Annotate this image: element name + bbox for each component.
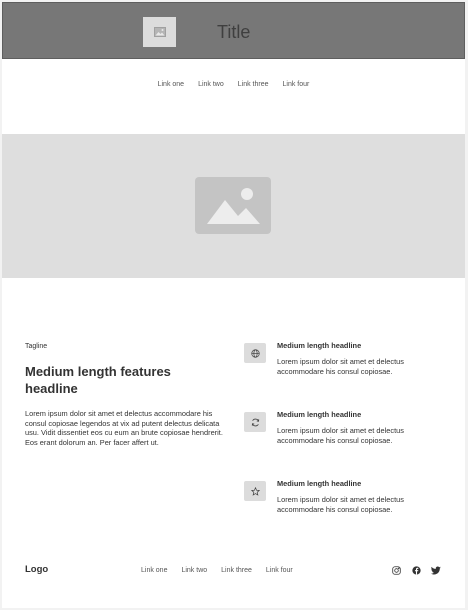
feature-title: Medium length headline (277, 479, 362, 488)
image-placeholder-icon (195, 177, 271, 234)
instagram-icon[interactable] (391, 565, 401, 575)
nav-link-three[interactable]: Link three (238, 81, 269, 88)
features-body: Lorem ipsum dolor sit amet et delectus a… (25, 409, 223, 447)
header: Title (2, 2, 465, 59)
nav-link-one[interactable]: Link one (158, 81, 184, 88)
features-headline: Medium length features headline (25, 364, 171, 396)
footer-logo[interactable]: Logo (25, 564, 48, 575)
twitter-icon[interactable] (431, 565, 441, 575)
feature-body: Lorem ipsum dolor sit amet et delectus a… (277, 426, 404, 445)
refresh-icon (244, 412, 266, 432)
feature-body: Lorem ipsum dolor sit amet et delectus a… (277, 495, 404, 514)
footer-link-one[interactable]: Link one (141, 567, 167, 574)
top-nav: Link one Link two Link three Link four (2, 81, 465, 88)
feature-title: Medium length headline (277, 410, 362, 419)
footer-link-two[interactable]: Link two (181, 567, 207, 574)
header-logo[interactable] (143, 17, 176, 47)
footer-nav: Link one Link two Link three Link four (141, 567, 293, 574)
feature-body: Lorem ipsum dolor sit amet et delectus a… (277, 357, 404, 376)
feature-title: Medium length headline (277, 341, 362, 350)
features-tagline: Tagline (25, 343, 48, 350)
footer-link-three[interactable]: Link three (221, 567, 252, 574)
nav-link-two[interactable]: Link two (198, 81, 224, 88)
hero-section (2, 134, 465, 278)
page: Title Link one Link two Link three Link … (2, 2, 465, 608)
nav-link-four[interactable]: Link four (283, 81, 310, 88)
footer-link-four[interactable]: Link four (266, 567, 293, 574)
facebook-icon[interactable] (411, 565, 421, 575)
page-title: Title (217, 22, 251, 42)
image-icon (153, 27, 166, 37)
globe-icon (244, 343, 266, 363)
star-icon (244, 481, 266, 501)
